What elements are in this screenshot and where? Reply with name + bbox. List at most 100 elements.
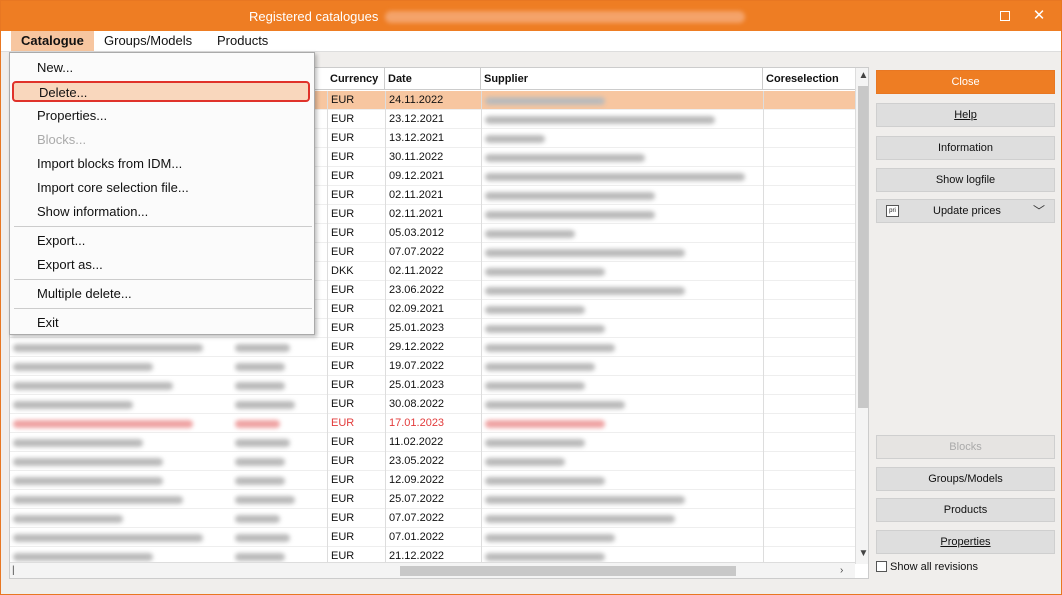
currency-cell: EUR — [327, 490, 385, 509]
table-row[interactable]: EUR 19.07.2022 — [10, 357, 855, 376]
close-button[interactable]: Close — [876, 70, 1055, 94]
redacted-text — [13, 553, 153, 561]
menu-item-import-blocks-from-idm[interactable]: Import blocks from IDM... — [10, 152, 314, 176]
menu-item-properties[interactable]: Properties... — [10, 104, 314, 128]
currency-cell: EUR — [327, 186, 385, 205]
vertical-scrollbar[interactable]: ▲ ▼ — [855, 68, 868, 564]
chevron-down-icon[interactable]: ﹀ — [1033, 200, 1045, 222]
supplier-cell — [481, 300, 763, 319]
redacted-text — [13, 458, 163, 466]
catalogue-id-cell — [232, 509, 327, 528]
scroll-right-icon[interactable]: › — [840, 563, 843, 578]
menu-item-blocks[interactable]: Blocks... — [10, 128, 314, 152]
show-logfile-button[interactable]: Show logfile — [876, 168, 1055, 192]
column-header-currency[interactable]: Currency — [327, 68, 385, 90]
groups-models-button[interactable]: Groups/Models — [876, 467, 1055, 491]
catalogue-id-cell — [232, 471, 327, 490]
currency-cell: DKK — [327, 262, 385, 281]
column-header-coreselection[interactable]: Coreselection — [763, 68, 855, 90]
table-row[interactable]: EUR 25.01.2023 — [10, 376, 855, 395]
redacted-text — [235, 515, 280, 523]
redacted-text — [485, 382, 585, 390]
redacted-text — [485, 401, 625, 409]
currency-cell: EUR — [327, 91, 385, 110]
currency-cell: EUR — [327, 243, 385, 262]
currency-cell: EUR — [327, 319, 385, 338]
menu-item-show-information[interactable]: Show information... — [10, 200, 314, 224]
supplier-cell — [481, 433, 763, 452]
currency-cell: EUR — [327, 528, 385, 547]
redacted-text — [485, 496, 685, 504]
table-row[interactable]: EUR 23.05.2022 — [10, 452, 855, 471]
currency-cell: EUR — [327, 167, 385, 186]
menu-groups-models[interactable]: Groups/Models — [94, 31, 202, 51]
catalogue-id-cell — [232, 376, 327, 395]
coreselection-cell — [763, 452, 855, 471]
supplier-cell — [481, 452, 763, 471]
horizontal-scroll-thumb[interactable] — [400, 566, 736, 576]
menu-item-export-as[interactable]: Export as... — [10, 253, 314, 277]
catalogue-name-cell — [10, 338, 230, 357]
catalogue-id-cell — [232, 433, 327, 452]
currency-cell: EUR — [327, 471, 385, 490]
table-row[interactable]: EUR 30.08.2022 — [10, 395, 855, 414]
catalogue-id-cell — [232, 414, 327, 433]
coreselection-cell — [763, 281, 855, 300]
table-row[interactable]: EUR 11.02.2022 — [10, 433, 855, 452]
supplier-cell — [481, 281, 763, 300]
blocks-button[interactable]: Blocks — [876, 435, 1055, 459]
catalogue-dropdown-menu: New... Delete... Properties... Blocks... Imp… — [9, 52, 315, 335]
scroll-left-icon[interactable]: | — [12, 563, 15, 578]
menu-item-delete[interactable]: Delete... — [12, 81, 310, 102]
column-header-supplier[interactable]: Supplier — [481, 68, 763, 90]
menu-item-new[interactable]: New... — [10, 56, 314, 80]
coreselection-cell — [763, 186, 855, 205]
scroll-up-icon[interactable]: ▲ — [856, 68, 868, 84]
catalogue-name-cell — [10, 528, 230, 547]
currency-cell: EUR — [327, 509, 385, 528]
redacted-text — [485, 268, 605, 276]
table-row[interactable]: EUR 07.01.2022 — [10, 528, 855, 547]
date-cell: 23.06.2022 — [385, 281, 481, 300]
redacted-text — [13, 401, 133, 409]
date-cell: 02.09.2021 — [385, 300, 481, 319]
table-row[interactable]: EUR 07.07.2022 — [10, 509, 855, 528]
scroll-down-icon[interactable]: ▼ — [856, 546, 868, 562]
table-row[interactable]: EUR 17.01.2023 — [10, 414, 855, 433]
close-window-button[interactable]: ✕ — [1028, 5, 1050, 27]
currency-cell: EUR — [327, 376, 385, 395]
column-header-date[interactable]: Date — [385, 68, 481, 90]
menu-catalogue[interactable]: Catalogue — [11, 31, 94, 51]
coreselection-cell — [763, 129, 855, 148]
table-row[interactable]: EUR 25.07.2022 — [10, 490, 855, 509]
information-button[interactable]: Information — [876, 136, 1055, 160]
table-row[interactable]: EUR 12.09.2022 — [10, 471, 855, 490]
menu-item-export[interactable]: Export... — [10, 229, 314, 253]
date-cell: 23.05.2022 — [385, 452, 481, 471]
menu-item-multiple-delete[interactable]: Multiple delete... — [10, 282, 314, 306]
products-button[interactable]: Products — [876, 498, 1055, 522]
table-row[interactable]: EUR 29.12.2022 — [10, 338, 855, 357]
date-cell: 02.11.2021 — [385, 205, 481, 224]
checkbox-box[interactable] — [876, 561, 887, 572]
redacted-text — [13, 344, 203, 352]
currency-cell: EUR — [327, 281, 385, 300]
menu-item-exit[interactable]: Exit — [10, 311, 314, 335]
supplier-cell — [481, 243, 763, 262]
supplier-cell — [481, 490, 763, 509]
show-all-revisions-checkbox[interactable]: Show all revisions — [876, 561, 978, 573]
date-cell: 07.07.2022 — [385, 509, 481, 528]
maximize-button[interactable] — [994, 5, 1016, 27]
date-cell: 02.11.2021 — [385, 186, 481, 205]
redacted-text — [13, 382, 173, 390]
horizontal-scrollbar[interactable]: | › — [10, 562, 855, 578]
help-button[interactable]: Help — [876, 103, 1055, 127]
redacted-text — [235, 382, 285, 390]
vertical-scroll-thumb[interactable] — [858, 86, 868, 408]
update-prices-button[interactable]: pri Update prices ﹀ — [876, 199, 1055, 223]
menu-item-import-core-selection-file[interactable]: Import core selection file... — [10, 176, 314, 200]
menu-products[interactable]: Products — [207, 31, 278, 51]
catalogue-name-cell — [10, 376, 230, 395]
properties-button[interactable]: Properties — [876, 530, 1055, 554]
menu-separator — [14, 226, 312, 227]
